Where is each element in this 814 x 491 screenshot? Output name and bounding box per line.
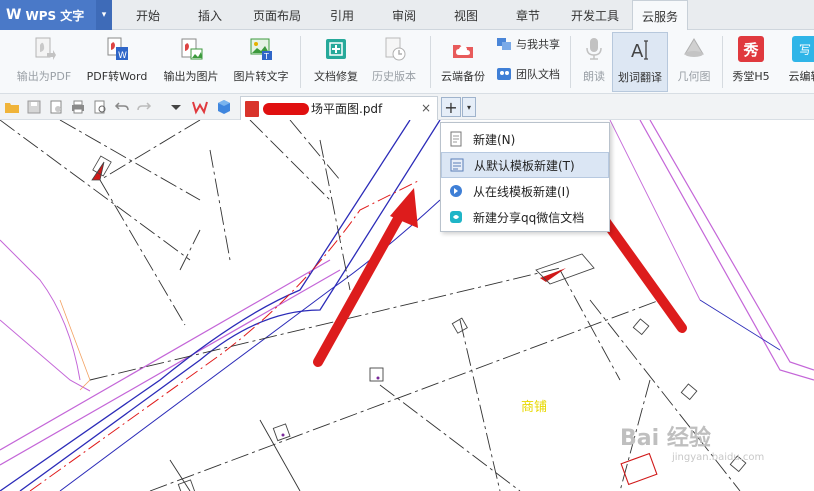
export-image-button[interactable]: 输出为图片 [158,34,224,90]
document-tab-title: 场平面图.pdf [311,102,383,116]
geometry-button[interactable]: 几何图 [672,34,716,90]
read-aloud-button[interactable]: 朗读 [576,34,612,90]
redo-icon[interactable] [136,99,152,115]
share-icon [497,38,511,50]
history-version-label: 历史版本 [372,70,416,83]
pdf-to-word-button[interactable]: W PDF转Word [82,34,152,90]
export-pdf-button[interactable]: 输出为PDF [12,34,76,90]
tab-references[interactable]: 引用 [322,0,362,30]
history-icon [385,37,406,61]
new-tab-button[interactable]: + [441,97,461,117]
baidu-watermark-url: jingyan.baidu.com [672,452,765,463]
geometry-label: 几何图 [677,70,711,83]
ribbon-separator [570,36,571,88]
menu-item-new-share-qq-wechat-doc[interactable]: 新建分享qq微信文档 [441,204,609,230]
menu-item-new-from-online-template[interactable]: 从在线模板新建(I) [441,178,609,204]
word-translate-button[interactable]: A 划词翻译 [612,32,668,92]
tab-cloud-service[interactable]: 云服务 [632,0,688,31]
menu-bar: W WPS 文字 ▾ 开始 插入 页面布局 引用 审阅 视图 章节 开发工具 云… [0,0,814,31]
tab-bar: 场平面图.pdf × + ▾ [0,94,814,120]
new-doc-icon [450,131,462,147]
baidu-watermark: Bai 经验 [620,426,711,451]
cloud-edit-icon: 写 [792,36,814,62]
shared-with-me-button[interactable]: 与我共享 [496,34,560,54]
tab-insert[interactable]: 插入 [188,0,232,30]
cloud-edit-label: 云编辑 [788,70,814,83]
ribbon: 输出为PDF W PDF转Word 输出为图片 T 图片转文字 文档修复 历史版… [0,30,814,94]
online-template-icon [450,185,462,197]
tab-page-layout[interactable]: 页面布局 [248,0,306,30]
print-preview-icon[interactable] [92,99,108,115]
wps-logo-icon: W [6,7,22,23]
shared-with-me-label: 与我共享 [516,38,560,51]
team-doc-icon [497,68,511,80]
save-icon[interactable] [26,99,42,115]
image-to-text-icon: T [250,38,272,61]
save-as-icon[interactable] [48,99,64,115]
menu-item-new[interactable]: 新建(N) [441,126,609,152]
doc-repair-button[interactable]: 文档修复 [308,34,364,90]
microphone-icon [586,38,602,60]
pdf-to-word-icon: W [107,37,128,61]
document-tab[interactable]: 场平面图.pdf × [240,96,438,120]
cloud-backup-icon [453,45,473,58]
svg-text:T: T [263,52,269,61]
ribbon-separator [722,36,723,88]
doc-repair-label: 文档修复 [314,70,358,83]
shop-label: 商铺 [521,400,548,415]
menu-item-default-template-label: 从默认模板新建(T) [474,158,575,173]
menu-item-share-doc-label: 新建分享qq微信文档 [473,210,585,225]
history-version-button[interactable]: 历史版本 [366,34,422,90]
pdf-to-word-label: PDF转Word [86,70,148,83]
translate-icon: A [631,40,648,62]
xiutang-h5-button[interactable]: 秀 秀堂H5 [726,34,776,90]
export-image-label: 输出为图片 [163,70,219,83]
redaction-mark [263,102,309,115]
cloud-backup-button[interactable]: 云端备份 [436,34,490,90]
image-to-text-button[interactable]: T 图片转文字 [228,34,294,90]
wps-window: W WPS 文字 ▾ 开始 插入 页面布局 引用 审阅 视图 章节 开发工具 云… [0,0,814,491]
pdf-file-icon [245,100,259,117]
print-icon[interactable] [70,99,86,115]
new-tab-dropdown-icon[interactable]: ▾ [462,97,476,117]
close-icon[interactable]: × [421,101,431,115]
wps-w-icon[interactable] [192,99,208,115]
word-translate-label: 划词翻译 [618,71,662,84]
geometry-icon [684,38,704,57]
quick-access-dropdown-icon[interactable] [168,99,184,115]
doc-repair-icon [326,39,346,59]
export-pdf-label: 输出为PDF [16,70,72,83]
svg-text:A: A [631,41,644,62]
tab-home[interactable]: 开始 [126,0,170,30]
export-image-icon [181,38,203,60]
image-to-text-label: 图片转文字 [233,70,289,83]
team-doc-label: 团队文档 [516,68,560,81]
read-aloud-label: 朗读 [583,70,605,83]
cloud-edit-button[interactable]: 写 云编辑 [780,34,814,90]
cloud-backup-label: 云端备份 [441,70,485,83]
menu-item-online-template-label: 从在线模板新建(I) [473,184,570,199]
export-pdf-icon [35,37,56,60]
app-name: WPS 文字 [25,8,85,23]
ribbon-separator [430,36,431,88]
menu-item-new-from-default-template[interactable]: 从默认模板新建(T) [441,152,609,178]
share-qq-wechat-doc-icon [450,211,462,223]
tab-view[interactable]: 视图 [446,0,486,30]
app-menu-button[interactable]: W WPS 文字 ▾ [0,0,112,30]
default-template-icon [450,158,464,172]
svg-text:W: W [118,51,127,61]
xiutang-h5-label: 秀堂H5 [732,70,770,83]
cube-icon[interactable] [216,99,232,115]
undo-icon[interactable] [114,99,130,115]
ribbon-separator [300,36,301,88]
team-doc-button[interactable]: 团队文档 [496,64,560,84]
menu-item-new-label: 新建(N) [473,132,516,147]
new-document-menu: 新建(N) 从默认模板新建(T) 从在线模板新建(I) 新建分享qq微信文档 [440,122,610,232]
tab-developer[interactable]: 开发工具 [564,0,626,30]
tab-review[interactable]: 审阅 [384,0,424,30]
chevron-down-icon[interactable]: ▾ [96,0,112,30]
xiutang-icon: 秀 [738,36,764,62]
open-folder-icon[interactable] [4,99,20,115]
tab-chapter[interactable]: 章节 [508,0,548,30]
